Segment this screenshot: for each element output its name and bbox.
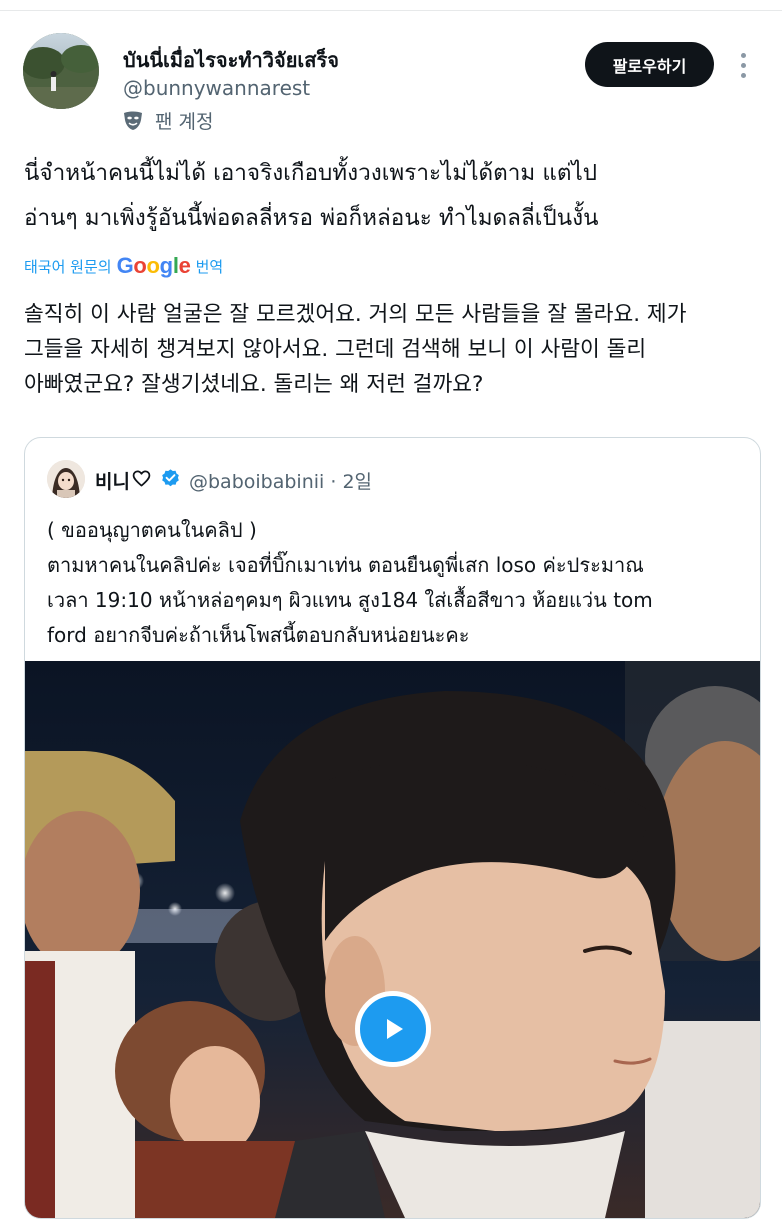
play-icon: [387, 1019, 403, 1039]
author-handle[interactable]: @bunnywannarest: [123, 76, 310, 100]
translation-prefix: 태국어 원문의: [24, 257, 112, 276]
play-button[interactable]: [355, 991, 431, 1067]
quoted-post-meta: @baboibabinii · 2일: [189, 467, 372, 494]
follow-button[interactable]: 팔로우하기: [585, 42, 714, 87]
heart-icon: [132, 470, 151, 487]
quoted-author-name[interactable]: 비니: [95, 467, 130, 494]
top-divider: [0, 10, 782, 11]
translated-text: 솔직히 이 사람 얼굴은 잘 모르겠어요. 거의 모든 사람들을 잘 몰라요. …: [24, 302, 687, 397]
fan-account-label: 팬 계정: [155, 110, 214, 133]
google-logo: Google: [116, 253, 191, 278]
video-thumbnail: [25, 661, 760, 1218]
author-name[interactable]: บันนี่เมื่อไรจะทำวิจัยเสร็จ: [123, 44, 339, 76]
mask-icon: [124, 111, 142, 130]
author-avatar[interactable]: [23, 33, 99, 109]
fan-account-badge: 팬 계정: [121, 106, 213, 134]
quoted-author-handle[interactable]: @baboibabinii: [189, 471, 324, 493]
translation-suffix: 번역: [195, 257, 224, 276]
translation-attribution[interactable]: 태국어 원문의 Google 번역: [24, 253, 223, 279]
quoted-post-text: ( ขออนุญาตคนในคลิป ) ตามหาคนในคลิปค่ะ เจ…: [47, 518, 653, 647]
more-options-icon[interactable]: [734, 48, 752, 82]
quoted-author-avatar[interactable]: [47, 460, 85, 498]
tweet-text: นี่จำหน้าคนนี้ไม่ได้ เอาจริงเกือบทั้งวงเ…: [24, 160, 599, 231]
quoted-post-card[interactable]: 비니 @baboibabinii · 2일 ( ขออนุญาตคนในคลิป…: [24, 437, 761, 1219]
meta-separator: ·: [330, 471, 337, 493]
verified-badge-icon: [162, 469, 179, 487]
quoted-video[interactable]: [25, 661, 760, 1218]
quoted-post-time[interactable]: 2일: [342, 471, 372, 493]
